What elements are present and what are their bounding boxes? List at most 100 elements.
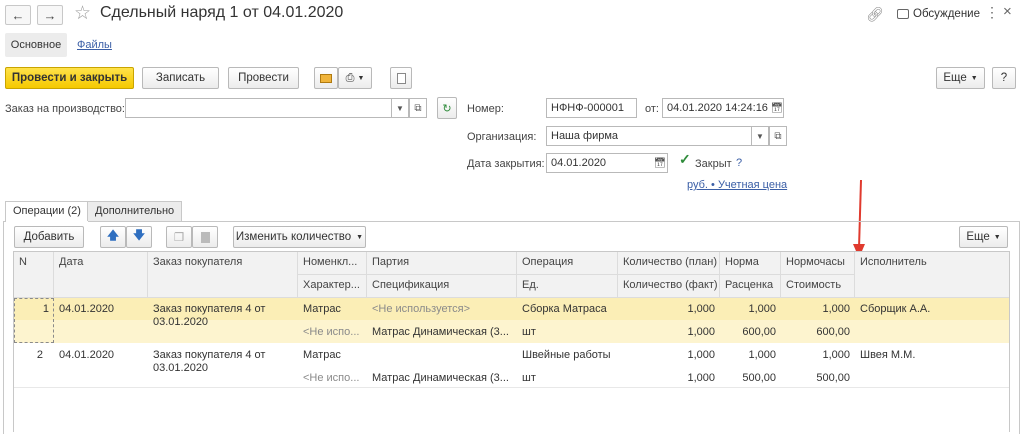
row-number: 1 — [42, 303, 49, 315]
tab-additional[interactable]: Дополнительно — [87, 201, 183, 221]
col-header-executor[interactable]: Исполнитель — [855, 252, 1009, 298]
change-quantity-button[interactable]: Изменить количество ▼ — [233, 226, 366, 248]
close-date-calendar-button[interactable]: 📅︎ — [651, 153, 669, 173]
close-date-label: Дата закрытия: — [467, 158, 545, 170]
calendar-icon: 📅︎ — [770, 102, 784, 114]
org-field[interactable]: Наша фирма — [546, 126, 768, 146]
col-header-n[interactable]: N — [14, 252, 54, 298]
link-icon[interactable]: 🔗︎ — [866, 6, 884, 23]
order-field[interactable] — [125, 98, 408, 118]
back-button[interactable]: ← — [5, 5, 31, 25]
order-label: Заказ на производство: — [5, 103, 125, 115]
row-date: 04.01.2020 — [59, 349, 115, 361]
row-specification: Матрас Динамическая (3... — [372, 326, 509, 338]
col-header-norm-hours[interactable]: Нормочасы — [781, 252, 855, 275]
row-rate: 500,00 — [742, 372, 776, 384]
col-header-nomenclature[interactable]: Номенкл... — [298, 252, 367, 275]
row-unit: шт — [522, 326, 536, 338]
document-icon — [396, 72, 406, 84]
help-button[interactable]: ? — [992, 67, 1016, 89]
chevron-down-icon: ▼ — [356, 233, 364, 241]
number-field[interactable]: НФНФ-000001 — [546, 98, 637, 118]
row-date: 04.01.2020 — [59, 303, 115, 315]
table-row[interactable]: 1 04.01.2020 Заказ покупателя 4 от 03.01… — [14, 298, 1009, 343]
row-executor: Сборщик А.А. — [860, 303, 931, 315]
closed-help-link[interactable]: ? — [736, 157, 742, 169]
close-date-field[interactable]: 04.01.2020 — [546, 153, 668, 173]
row-qty-fact: 1,000 — [687, 326, 715, 338]
post-button[interactable]: Провести — [228, 67, 299, 89]
chevron-down-icon: ▼ — [993, 233, 1001, 241]
closed-label: Закрыт — [695, 158, 732, 170]
order-dropdown-button[interactable]: ▼ — [391, 98, 409, 118]
fill-from-order-button[interactable]: ↻ — [437, 97, 457, 119]
tab-divider — [3, 221, 1020, 222]
save-button[interactable]: Записать — [142, 67, 219, 89]
operations-table[interactable]: N Дата Заказ покупателя Номенкл... Парти… — [13, 251, 1010, 432]
copy-button[interactable]: ❐ — [166, 226, 192, 248]
row-nomenclature: Матрас — [303, 303, 341, 315]
chevron-down-icon: ▼ — [970, 74, 978, 82]
date-from-field[interactable]: 04.01.2020 14:24:16 — [662, 98, 784, 118]
col-header-unit[interactable]: Ед. — [517, 275, 618, 298]
col-header-party[interactable]: Партия — [367, 252, 517, 275]
row-characteristic: <Не испо... — [303, 372, 360, 384]
col-header-operation[interactable]: Операция — [517, 252, 618, 275]
col-header-date[interactable]: Дата — [54, 252, 148, 298]
row-qty-plan: 1,000 — [687, 349, 715, 361]
chevron-down-icon: ▼ — [396, 103, 404, 113]
move-down-button[interactable]: 🡇︎ — [126, 226, 152, 248]
col-header-qty-fact[interactable]: Количество (факт) — [618, 275, 720, 298]
col-header-characteristic[interactable]: Характер... — [298, 275, 367, 298]
row-cost: 500,00 — [816, 372, 850, 384]
col-header-order[interactable]: Заказ покупателя — [148, 252, 298, 298]
col-header-cost[interactable]: Стоимость — [781, 275, 855, 298]
col-header-norm[interactable]: Норма — [720, 252, 781, 275]
row-norm-hours: 1,000 — [822, 303, 850, 315]
add-button[interactable]: Добавить — [14, 226, 84, 248]
close-icon[interactable]: × — [1003, 3, 1012, 20]
row-unit: шт — [522, 372, 536, 384]
discussion-button[interactable]: Обсуждение — [897, 8, 980, 20]
date-from-calendar-button[interactable]: 📅︎ — [768, 98, 786, 118]
section-files-link[interactable]: Файлы — [77, 39, 112, 51]
post-and-close-button[interactable]: Провести и закрыть — [5, 67, 134, 89]
row-qty-fact: 1,000 — [687, 372, 715, 384]
currency-link[interactable]: руб. • Учетная цена — [687, 179, 787, 191]
col-header-specification[interactable]: Спецификация — [367, 275, 517, 298]
forward-button[interactable]: → — [37, 5, 63, 25]
row-operation: Швейные работы — [522, 349, 611, 361]
forward-arrow-icon: → — [43, 7, 57, 23]
paste-icon — [200, 231, 210, 243]
document-button[interactable] — [390, 67, 412, 89]
row-party: <Не используется> — [372, 303, 471, 315]
open-icon: ⧉ — [414, 102, 422, 114]
favorite-star-icon[interactable]: ☆ — [74, 2, 91, 25]
order-open-button[interactable]: ⧉ — [409, 98, 427, 118]
col-header-rate[interactable]: Расценка — [720, 275, 781, 298]
col-header-qty-plan[interactable]: Количество (план) — [618, 252, 720, 275]
copy-icon: ❐ — [173, 232, 185, 244]
chevron-down-icon: ▼ — [756, 131, 764, 141]
table-row[interactable]: 2 04.01.2020 Заказ покупателя 4 от 03.01… — [14, 343, 1009, 388]
paste-button[interactable] — [192, 226, 218, 248]
grid-more-button[interactable]: Еще ▼ — [959, 226, 1008, 248]
org-dropdown-button[interactable]: ▼ — [751, 126, 769, 146]
row-number: 2 — [36, 349, 43, 361]
envelope-icon — [320, 73, 332, 83]
row-executor: Швея М.М. — [860, 349, 916, 361]
email-button[interactable] — [314, 67, 338, 89]
org-open-button[interactable]: ⧉ — [769, 126, 787, 146]
more-options-icon[interactable]: ⋮ — [985, 4, 999, 21]
row-norm: 1,000 — [748, 349, 776, 361]
print-button[interactable]: ⎙ ▼ — [338, 67, 372, 89]
section-main[interactable]: Основное — [5, 33, 67, 57]
row-qty-plan: 1,000 — [687, 303, 715, 315]
closed-checkbox[interactable]: ✓ — [679, 151, 691, 168]
move-up-button[interactable]: 🡅︎ — [100, 226, 126, 248]
date-from-label: от: — [645, 103, 659, 115]
row-nomenclature: Матрас — [303, 349, 341, 361]
open-icon: ⧉ — [774, 130, 782, 142]
more-button[interactable]: Еще ▼ — [936, 67, 985, 89]
tab-operations[interactable]: Операции (2) — [5, 201, 89, 222]
